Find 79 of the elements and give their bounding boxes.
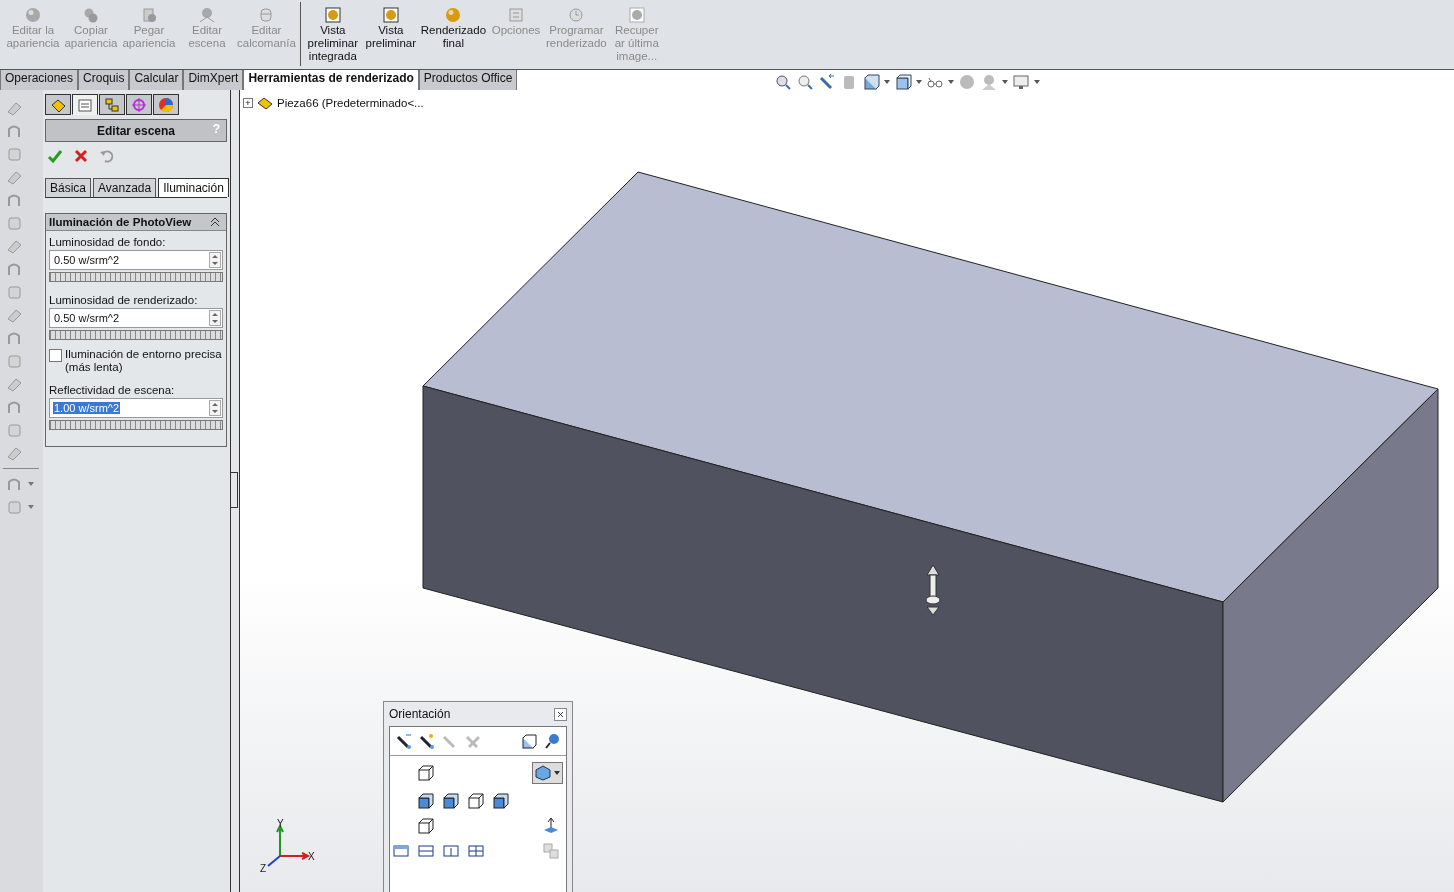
expand-toggle[interactable]: + (243, 98, 253, 108)
tree-item[interactable]: Pieza66 (Predeterminado<... (277, 97, 424, 109)
axis-label: Z (260, 863, 267, 874)
part-icon (257, 96, 273, 110)
checkbox[interactable] (49, 349, 62, 362)
spinner-arrows-icon[interactable] (209, 400, 221, 416)
ribbon-button[interactable]: Renderizado final (419, 0, 488, 50)
monitor-icon[interactable] (1013, 73, 1031, 91)
tree-icon (104, 96, 120, 113)
cylinder-icon (258, 7, 275, 23)
scene-tab[interactable]: Avanzada (93, 178, 157, 197)
slider-track[interactable] (49, 420, 223, 430)
two-view-icon[interactable] (443, 843, 459, 859)
four-view-icon[interactable] (468, 843, 484, 859)
panel-tab[interactable] (72, 94, 98, 115)
move-handle-icon[interactable] (925, 564, 941, 616)
cube-view-icon[interactable] (418, 793, 434, 809)
dropdown-arrow-icon[interactable] (916, 80, 923, 84)
cube-view-icon[interactable] (418, 765, 434, 781)
previous-view-icon[interactable] (819, 73, 837, 91)
framed-sphere-icon (324, 7, 341, 23)
close-icon[interactable] (554, 707, 567, 721)
spinner-arrows-icon[interactable] (209, 310, 221, 326)
dropdown-arrow-icon[interactable] (28, 482, 34, 486)
zoom-area-icon[interactable] (797, 73, 815, 91)
cube-view-icon[interactable] (418, 818, 434, 834)
dialog-title: Orientación (389, 707, 451, 721)
cube-icon (535, 765, 551, 781)
cube-view-icon[interactable] (468, 793, 484, 809)
checkbox-label: Iluminación de entorno precisa (más lenta) (65, 348, 223, 374)
scene-tab[interactable]: Iluminación (158, 178, 229, 197)
field-label: Luminosidad de renderizado: (49, 294, 199, 306)
dropdown-arrow-icon[interactable] (1002, 80, 1009, 84)
zoom-fit-icon[interactable] (775, 73, 793, 91)
panel-tab[interactable] (126, 94, 152, 115)
field-label: Reflectividad de escena: (49, 384, 176, 396)
crosshair-icon (131, 96, 147, 113)
pin-icon[interactable] (544, 733, 560, 749)
panel-tab[interactable] (153, 94, 179, 115)
ok-check-icon[interactable] (47, 148, 63, 164)
axis-label: Y (277, 818, 284, 829)
two-view-icon[interactable] (418, 843, 434, 859)
dropdown-arrow-icon[interactable] (948, 80, 955, 84)
cancel-icon[interactable] (73, 148, 89, 164)
spinner-arrows-icon[interactable] (209, 252, 221, 268)
clock-icon (568, 7, 585, 23)
panel-tab[interactable] (99, 94, 125, 115)
single-view-icon[interactable] (393, 843, 409, 859)
field-label: Luminosidad de fondo: (49, 236, 167, 248)
ribbon-button[interactable]: Vista preliminar integrada (303, 0, 362, 63)
panel-title: Editar escena (96, 123, 175, 138)
axis-label: X (308, 851, 315, 862)
list-icon (508, 7, 525, 23)
dropdown-arrow-icon (554, 771, 560, 775)
spheres-icon (83, 7, 99, 23)
view-dropdown[interactable] (532, 762, 563, 784)
dropdown-arrow-icon[interactable] (884, 80, 891, 84)
group-title: Iluminación de PhotoView (49, 216, 192, 228)
cube-view-icon[interactable] (493, 793, 509, 809)
dropdown-arrow-icon[interactable] (28, 505, 34, 509)
property-sheet-icon (77, 96, 93, 113)
spin-field[interactable]: 0.50 w/srm^2 (49, 308, 223, 328)
collapse-handle[interactable] (231, 472, 238, 508)
slider-track[interactable] (49, 330, 223, 340)
normal-to-icon[interactable] (543, 818, 559, 834)
cube-view-icon[interactable] (443, 793, 459, 809)
slider-track[interactable] (49, 272, 223, 282)
color-wheel-icon (158, 96, 174, 113)
framed-sphere-icon (628, 7, 645, 23)
scene-tab[interactable]: Básica (45, 178, 92, 197)
panel-tab[interactable] (45, 94, 71, 115)
framed-sphere-icon (382, 7, 399, 23)
dropdown-arrow-icon[interactable] (1034, 80, 1041, 84)
clipboard-icon (141, 7, 157, 23)
cube-icon[interactable] (521, 733, 537, 749)
spin-field[interactable]: 1.00 w/srm^2 (49, 398, 223, 418)
spin-field[interactable]: 0.50 w/srm^2 (49, 250, 223, 270)
collapse-icon[interactable] (210, 217, 220, 227)
ribbon-button[interactable]: Vista preliminar (361, 0, 420, 50)
